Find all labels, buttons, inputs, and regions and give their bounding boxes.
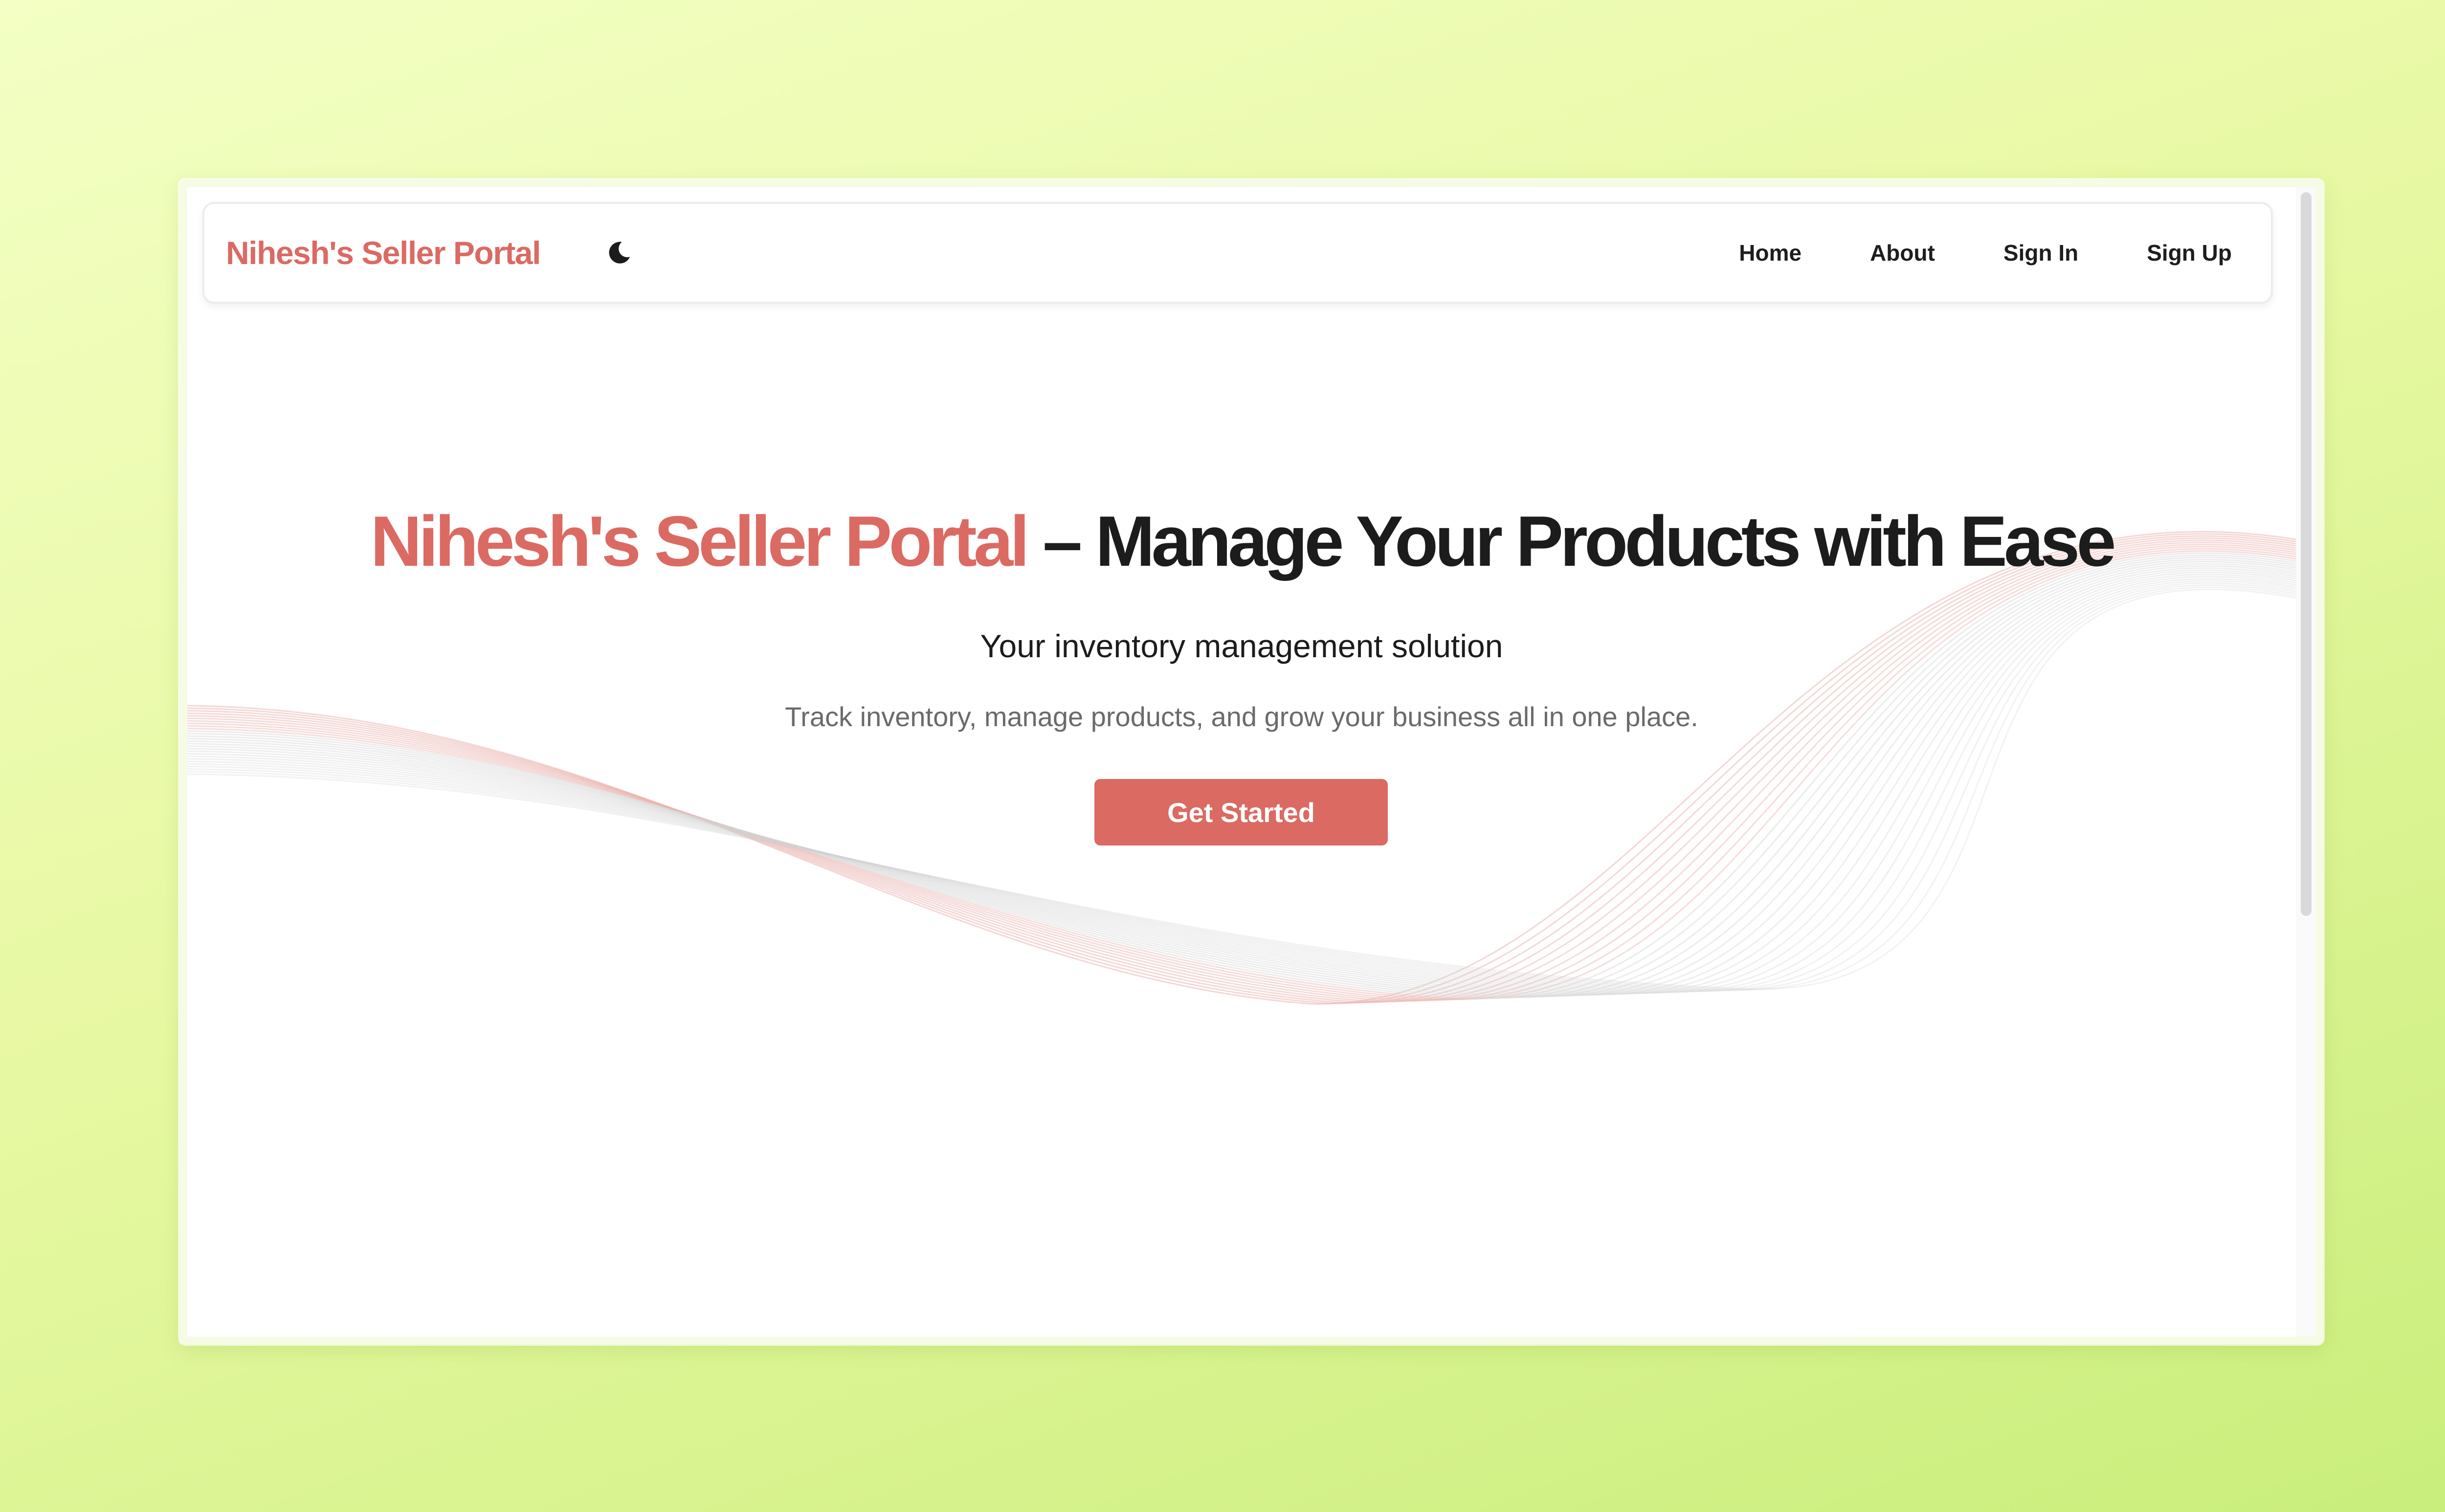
hero-tagline: Track inventory, manage products, and gr…: [785, 701, 1698, 732]
nav-link-sign-up[interactable]: Sign Up: [2147, 240, 2232, 266]
moon-icon[interactable]: [605, 239, 633, 267]
nav-link-about[interactable]: About: [1870, 240, 1935, 266]
scrollbar[interactable]: [2296, 187, 2315, 1336]
get-started-button[interactable]: Get Started: [1094, 779, 1388, 845]
hero-title-brand: Nihesh's Seller Portal: [370, 501, 1029, 581]
browser-window: Nihesh's Seller Portal Home About Sign I…: [179, 179, 2323, 1344]
navbar: Nihesh's Seller Portal Home About Sign I…: [202, 202, 2273, 304]
nav-link-sign-in[interactable]: Sign In: [2003, 240, 2078, 266]
scrollbar-thumb[interactable]: [2301, 192, 2312, 916]
nav-links: Home About Sign In Sign Up: [1670, 240, 2232, 266]
hero-title-rest: – Manage Your Products with Ease: [1026, 501, 2116, 581]
hero-subtitle: Your inventory management solution: [980, 628, 1503, 664]
nav-link-home[interactable]: Home: [1739, 240, 1801, 266]
brand-logo[interactable]: Nihesh's Seller Portal: [226, 234, 541, 271]
hero-title: Nihesh's Seller Portal – Manage Your Pro…: [187, 500, 2296, 582]
